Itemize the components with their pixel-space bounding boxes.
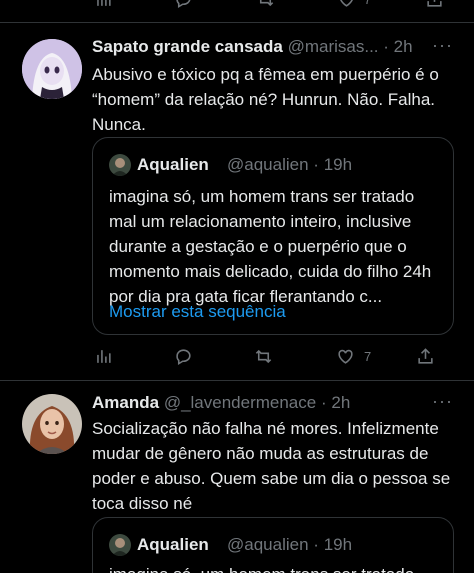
tweet-header: Sapato grande cansada @marisas... · 2h [92,37,413,57]
quoted-display-name: Aqualien [137,155,209,174]
separator: · [383,37,389,56]
quoted-display-name: Aqualien [137,535,209,554]
quoted-tweet-text: imagina só, um homem trans ser tratado m… [109,187,432,306]
quoted-avatar [109,154,131,176]
analytics-icon[interactable] [94,347,113,366]
tweet-text: Socialização não falha né mores. Infeliz… [92,419,451,513]
quoted-time: 19h [323,155,353,174]
display-name[interactable]: Sapato grande cansada [92,37,283,56]
show-thread-link[interactable]: Mostrar esta sequência [109,302,286,322]
previous-tweet-actions: 7 [92,0,452,10]
separator: · [320,393,327,412]
handle[interactable]: @_lavendermenace [164,393,316,412]
quoted-handle-time: @aqualien · 19h [227,535,352,555]
avatar[interactable] [22,39,82,99]
like-count: 7 [364,349,372,364]
like-count: 7 [364,0,371,7]
quoted-time: 19h [323,535,353,554]
share-icon[interactable] [425,0,444,12]
tweet-actions: 7 [92,347,442,369]
timestamp[interactable]: 2h [394,37,413,56]
quoted-separator: · [313,535,319,554]
handle[interactable]: @marisas... [288,37,379,56]
quoted-tweet[interactable]: Aqualien @aqualien · 19h imagina só, um … [92,137,454,335]
quoted-separator: · [313,155,319,174]
quoted-handle-time: @aqualien · 19h [227,155,352,175]
like-button[interactable]: 7 [336,347,371,366]
retweet-icon[interactable] [256,0,275,12]
quoted-avatar [109,534,131,556]
reply-icon[interactable] [174,0,193,12]
tweet-text: Abusivo e tóxico pq a fêmea em puerpério… [92,65,439,134]
quoted-tweet-text: imagina só, um homem trans ser tratado [109,562,443,573]
like-button[interactable]: 7 [337,0,371,9]
tweet-header: Amanda @_lavendermenace · 2h [92,393,350,413]
quoted-tweet[interactable]: Aqualien @aqualien · 19h imagina só, um … [92,517,454,573]
display-name[interactable]: Amanda [92,393,159,412]
avatar[interactable] [22,394,82,454]
quoted-handle: @aqualien [227,535,309,554]
timestamp[interactable]: 2h [331,393,350,412]
reply-icon[interactable] [174,347,193,366]
more-options-icon[interactable]: ··· [432,35,453,56]
more-options-icon[interactable]: ··· [432,391,453,412]
share-icon[interactable] [416,347,435,366]
quoted-handle: @aqualien [227,155,309,174]
retweet-icon[interactable] [254,347,273,366]
tweet[interactable]: Amanda @_lavendermenace · 2h ··· Sociali… [0,381,474,573]
tweet[interactable]: Sapato grande cansada @marisas... · 2h ·… [0,23,474,380]
analytics-icon[interactable] [94,0,113,12]
